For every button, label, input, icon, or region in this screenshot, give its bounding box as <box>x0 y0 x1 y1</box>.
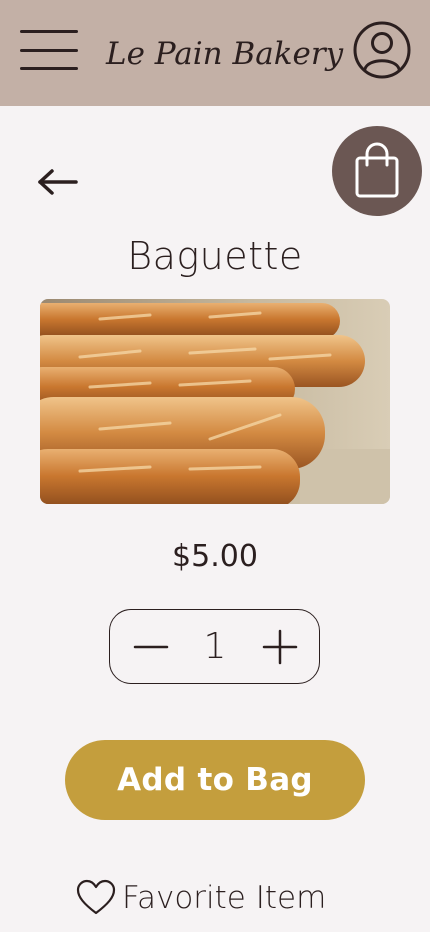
app-header: Le Pain Bakery <box>0 0 430 106</box>
product-image <box>40 299 390 504</box>
heart-icon <box>76 879 116 915</box>
add-to-bag-button[interactable]: Add to Bag <box>65 740 365 820</box>
decrement-button[interactable] <box>132 628 170 666</box>
brand-logo[interactable]: Le Pain Bakery <box>106 32 343 76</box>
user-account-icon <box>353 21 411 79</box>
shopping-bag-button[interactable] <box>332 126 422 216</box>
increment-button[interactable] <box>261 628 299 666</box>
account-button[interactable] <box>352 20 412 80</box>
arrow-left-icon <box>38 169 78 195</box>
plus-icon <box>262 629 298 665</box>
product-title: Baguette <box>127 234 303 278</box>
baguette-photo <box>40 299 390 504</box>
quantity-stepper: 1 <box>109 609 320 684</box>
back-button[interactable] <box>36 166 80 198</box>
minus-icon <box>133 645 169 649</box>
menu-bar <box>20 48 78 52</box>
quantity-value: 1 <box>203 626 227 667</box>
shopping-bag-icon <box>355 142 399 198</box>
menu-bar <box>20 30 78 33</box>
menu-bar <box>20 67 78 70</box>
menu-button[interactable] <box>20 30 78 70</box>
favorite-button[interactable]: Favorite Item <box>76 876 356 920</box>
favorite-label: Favorite Item <box>122 880 327 916</box>
product-price: $5.00 <box>172 539 258 574</box>
